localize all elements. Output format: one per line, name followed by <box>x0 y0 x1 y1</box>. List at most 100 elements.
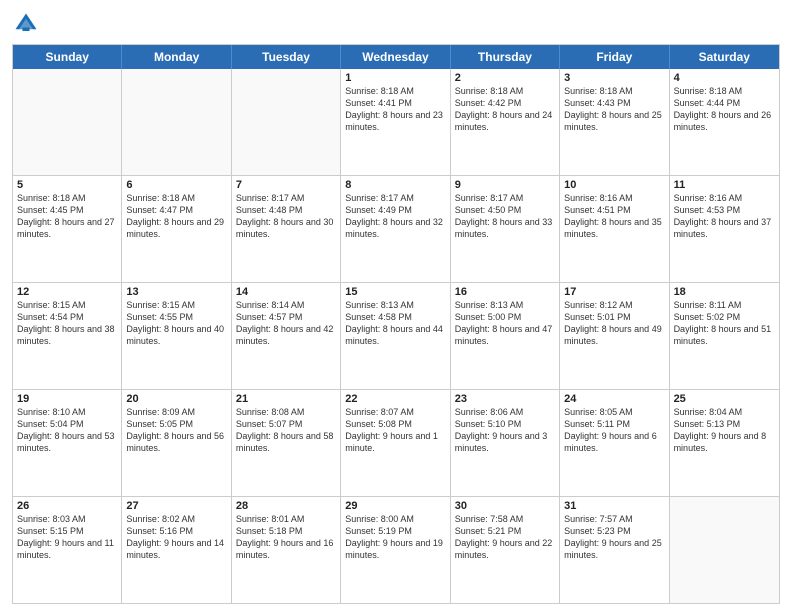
day-cell-7: 7Sunrise: 8:17 AM Sunset: 4:48 PM Daylig… <box>232 176 341 282</box>
day-info: Sunrise: 8:15 AM Sunset: 4:55 PM Dayligh… <box>126 299 226 348</box>
day-info: Sunrise: 8:04 AM Sunset: 5:13 PM Dayligh… <box>674 406 775 455</box>
day-cell-8: 8Sunrise: 8:17 AM Sunset: 4:49 PM Daylig… <box>341 176 450 282</box>
day-cell-1: 1Sunrise: 8:18 AM Sunset: 4:41 PM Daylig… <box>341 69 450 175</box>
day-number: 27 <box>126 500 226 512</box>
calendar-row-3: 19Sunrise: 8:10 AM Sunset: 5:04 PM Dayli… <box>13 390 779 497</box>
day-number: 3 <box>564 72 664 84</box>
day-cell-13: 13Sunrise: 8:15 AM Sunset: 4:55 PM Dayli… <box>122 283 231 389</box>
day-cell-6: 6Sunrise: 8:18 AM Sunset: 4:47 PM Daylig… <box>122 176 231 282</box>
day-cell-21: 21Sunrise: 8:08 AM Sunset: 5:07 PM Dayli… <box>232 390 341 496</box>
day-info: Sunrise: 8:06 AM Sunset: 5:10 PM Dayligh… <box>455 406 555 455</box>
day-info: Sunrise: 8:11 AM Sunset: 5:02 PM Dayligh… <box>674 299 775 348</box>
day-cell-23: 23Sunrise: 8:06 AM Sunset: 5:10 PM Dayli… <box>451 390 560 496</box>
day-info: Sunrise: 8:15 AM Sunset: 4:54 PM Dayligh… <box>17 299 117 348</box>
day-info: Sunrise: 8:10 AM Sunset: 5:04 PM Dayligh… <box>17 406 117 455</box>
day-cell-empty-0-0 <box>13 69 122 175</box>
day-info: Sunrise: 8:18 AM Sunset: 4:43 PM Dayligh… <box>564 85 664 134</box>
weekday-header-friday: Friday <box>560 45 669 69</box>
day-info: Sunrise: 8:12 AM Sunset: 5:01 PM Dayligh… <box>564 299 664 348</box>
page-container: SundayMondayTuesdayWednesdayThursdayFrid… <box>0 0 792 612</box>
day-number: 4 <box>674 72 775 84</box>
day-cell-3: 3Sunrise: 8:18 AM Sunset: 4:43 PM Daylig… <box>560 69 669 175</box>
day-info: Sunrise: 8:18 AM Sunset: 4:41 PM Dayligh… <box>345 85 445 134</box>
day-number: 16 <box>455 286 555 298</box>
day-number: 15 <box>345 286 445 298</box>
day-cell-empty-0-1 <box>122 69 231 175</box>
day-number: 17 <box>564 286 664 298</box>
day-info: Sunrise: 7:57 AM Sunset: 5:23 PM Dayligh… <box>564 513 664 562</box>
day-info: Sunrise: 8:00 AM Sunset: 5:19 PM Dayligh… <box>345 513 445 562</box>
weekday-header-thursday: Thursday <box>451 45 560 69</box>
day-cell-20: 20Sunrise: 8:09 AM Sunset: 5:05 PM Dayli… <box>122 390 231 496</box>
day-info: Sunrise: 8:08 AM Sunset: 5:07 PM Dayligh… <box>236 406 336 455</box>
day-info: Sunrise: 8:09 AM Sunset: 5:05 PM Dayligh… <box>126 406 226 455</box>
day-cell-9: 9Sunrise: 8:17 AM Sunset: 4:50 PM Daylig… <box>451 176 560 282</box>
day-cell-15: 15Sunrise: 8:13 AM Sunset: 4:58 PM Dayli… <box>341 283 450 389</box>
day-cell-28: 28Sunrise: 8:01 AM Sunset: 5:18 PM Dayli… <box>232 497 341 603</box>
day-info: Sunrise: 8:18 AM Sunset: 4:47 PM Dayligh… <box>126 192 226 241</box>
day-number: 22 <box>345 393 445 405</box>
day-number: 5 <box>17 179 117 191</box>
calendar-row-1: 5Sunrise: 8:18 AM Sunset: 4:45 PM Daylig… <box>13 176 779 283</box>
day-cell-14: 14Sunrise: 8:14 AM Sunset: 4:57 PM Dayli… <box>232 283 341 389</box>
day-info: Sunrise: 8:03 AM Sunset: 5:15 PM Dayligh… <box>17 513 117 562</box>
day-number: 13 <box>126 286 226 298</box>
logo-icon <box>12 10 40 38</box>
day-number: 6 <box>126 179 226 191</box>
day-number: 31 <box>564 500 664 512</box>
weekday-header-saturday: Saturday <box>670 45 779 69</box>
calendar-header: SundayMondayTuesdayWednesdayThursdayFrid… <box>13 45 779 69</box>
day-number: 19 <box>17 393 117 405</box>
day-cell-19: 19Sunrise: 8:10 AM Sunset: 5:04 PM Dayli… <box>13 390 122 496</box>
day-cell-18: 18Sunrise: 8:11 AM Sunset: 5:02 PM Dayli… <box>670 283 779 389</box>
day-info: Sunrise: 7:58 AM Sunset: 5:21 PM Dayligh… <box>455 513 555 562</box>
day-info: Sunrise: 8:16 AM Sunset: 4:51 PM Dayligh… <box>564 192 664 241</box>
calendar-row-4: 26Sunrise: 8:03 AM Sunset: 5:15 PM Dayli… <box>13 497 779 603</box>
calendar: SundayMondayTuesdayWednesdayThursdayFrid… <box>12 44 780 604</box>
day-cell-empty-4-6 <box>670 497 779 603</box>
weekday-header-monday: Monday <box>122 45 231 69</box>
day-cell-31: 31Sunrise: 7:57 AM Sunset: 5:23 PM Dayli… <box>560 497 669 603</box>
day-number: 2 <box>455 72 555 84</box>
day-number: 14 <box>236 286 336 298</box>
day-cell-25: 25Sunrise: 8:04 AM Sunset: 5:13 PM Dayli… <box>670 390 779 496</box>
day-info: Sunrise: 8:18 AM Sunset: 4:42 PM Dayligh… <box>455 85 555 134</box>
day-info: Sunrise: 8:16 AM Sunset: 4:53 PM Dayligh… <box>674 192 775 241</box>
day-cell-2: 2Sunrise: 8:18 AM Sunset: 4:42 PM Daylig… <box>451 69 560 175</box>
day-cell-4: 4Sunrise: 8:18 AM Sunset: 4:44 PM Daylig… <box>670 69 779 175</box>
day-info: Sunrise: 8:18 AM Sunset: 4:44 PM Dayligh… <box>674 85 775 134</box>
day-cell-17: 17Sunrise: 8:12 AM Sunset: 5:01 PM Dayli… <box>560 283 669 389</box>
weekday-header-sunday: Sunday <box>13 45 122 69</box>
day-number: 29 <box>345 500 445 512</box>
day-number: 11 <box>674 179 775 191</box>
weekday-header-wednesday: Wednesday <box>341 45 450 69</box>
logo <box>12 10 44 38</box>
day-number: 24 <box>564 393 664 405</box>
day-info: Sunrise: 8:18 AM Sunset: 4:45 PM Dayligh… <box>17 192 117 241</box>
day-number: 1 <box>345 72 445 84</box>
day-cell-12: 12Sunrise: 8:15 AM Sunset: 4:54 PM Dayli… <box>13 283 122 389</box>
day-info: Sunrise: 8:07 AM Sunset: 5:08 PM Dayligh… <box>345 406 445 455</box>
day-number: 21 <box>236 393 336 405</box>
calendar-row-2: 12Sunrise: 8:15 AM Sunset: 4:54 PM Dayli… <box>13 283 779 390</box>
day-number: 12 <box>17 286 117 298</box>
day-cell-16: 16Sunrise: 8:13 AM Sunset: 5:00 PM Dayli… <box>451 283 560 389</box>
day-cell-27: 27Sunrise: 8:02 AM Sunset: 5:16 PM Dayli… <box>122 497 231 603</box>
day-info: Sunrise: 8:14 AM Sunset: 4:57 PM Dayligh… <box>236 299 336 348</box>
calendar-row-0: 1Sunrise: 8:18 AM Sunset: 4:41 PM Daylig… <box>13 69 779 176</box>
day-cell-11: 11Sunrise: 8:16 AM Sunset: 4:53 PM Dayli… <box>670 176 779 282</box>
day-info: Sunrise: 8:17 AM Sunset: 4:49 PM Dayligh… <box>345 192 445 241</box>
day-cell-empty-0-2 <box>232 69 341 175</box>
weekday-header-tuesday: Tuesday <box>232 45 341 69</box>
calendar-body: 1Sunrise: 8:18 AM Sunset: 4:41 PM Daylig… <box>13 69 779 603</box>
day-number: 20 <box>126 393 226 405</box>
day-info: Sunrise: 8:13 AM Sunset: 5:00 PM Dayligh… <box>455 299 555 348</box>
day-number: 10 <box>564 179 664 191</box>
day-info: Sunrise: 8:01 AM Sunset: 5:18 PM Dayligh… <box>236 513 336 562</box>
day-number: 30 <box>455 500 555 512</box>
day-info: Sunrise: 8:02 AM Sunset: 5:16 PM Dayligh… <box>126 513 226 562</box>
day-cell-22: 22Sunrise: 8:07 AM Sunset: 5:08 PM Dayli… <box>341 390 450 496</box>
day-number: 23 <box>455 393 555 405</box>
day-cell-30: 30Sunrise: 7:58 AM Sunset: 5:21 PM Dayli… <box>451 497 560 603</box>
day-info: Sunrise: 8:17 AM Sunset: 4:50 PM Dayligh… <box>455 192 555 241</box>
